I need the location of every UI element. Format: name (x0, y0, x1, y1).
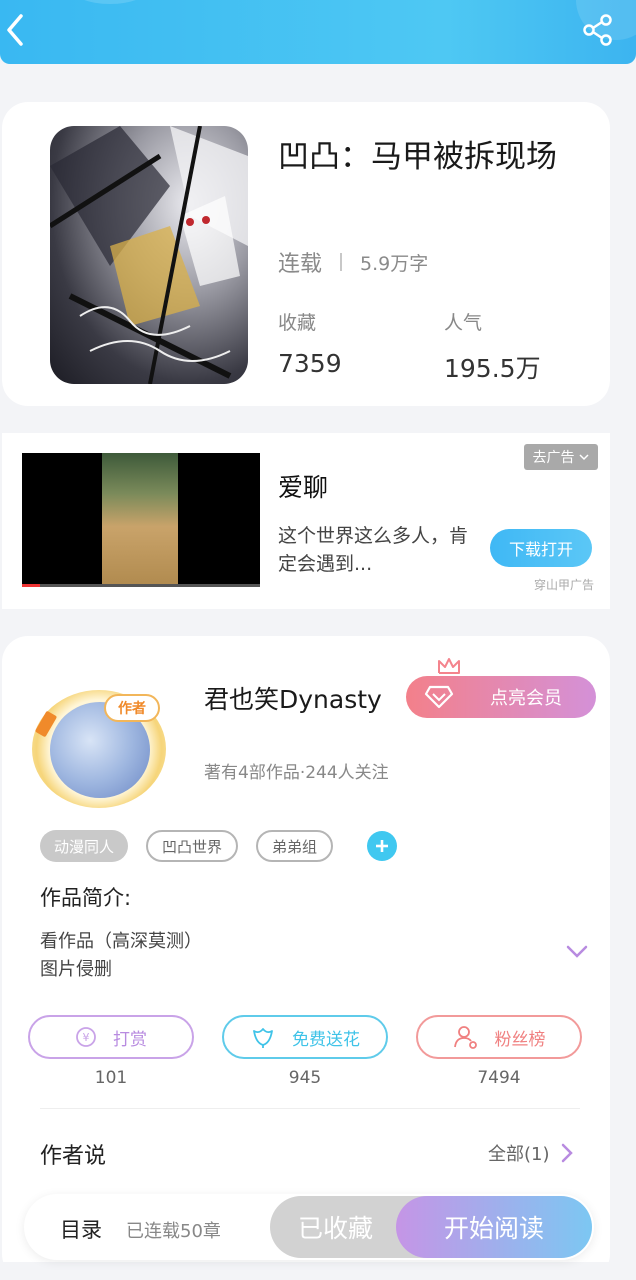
flower-count: 945 (288, 1068, 322, 1088)
serial-status: 连载 (278, 252, 323, 277)
tag-list: 动漫同人 凹凸世界 弟弟组 (40, 830, 398, 862)
header-decoration (70, 0, 150, 4)
fan-count: 7494 (477, 1068, 521, 1088)
author-meta: 著有4部作品·244人关注 (204, 763, 389, 783)
add-tag-button[interactable] (367, 831, 398, 861)
stat-value: 195.5万 (444, 354, 541, 383)
video-progress (22, 584, 260, 587)
send-flower-button[interactable]: 免费送花 (222, 1015, 388, 1059)
author-badge: 作者 (104, 694, 160, 722)
reward-button[interactable]: ¥ 打赏 (28, 1015, 194, 1059)
tag[interactable]: 动漫同人 (40, 830, 129, 862)
vip-label: 点亮会员 (490, 688, 562, 709)
share-button[interactable] (578, 10, 618, 50)
ad-description: 这个世界这么多人，肯定会遇到... (278, 525, 469, 575)
user-icon (453, 1025, 479, 1049)
top-bar (0, 0, 636, 64)
book-cover[interactable] (50, 126, 248, 384)
vip-membership-button[interactable]: 点亮会员 (406, 676, 596, 718)
intro-line: 看作品（高深莫测） (40, 931, 202, 952)
cover-artwork (50, 126, 248, 384)
reward-label: 打赏 (113, 1029, 147, 1050)
download-open-button[interactable]: 下载打开 (490, 529, 592, 567)
remove-ad-button[interactable]: 去广告 (524, 444, 598, 470)
chevron-down-icon (578, 454, 589, 461)
word-count: 5.9万字 (360, 252, 429, 275)
bottom-background (0, 1262, 636, 1280)
stat-label: 人气 (444, 312, 483, 334)
stat-value: 7359 (278, 349, 342, 378)
tag[interactable]: 弟弟组 (256, 830, 334, 862)
flower-icon (250, 1025, 276, 1049)
chevron-left-icon (7, 14, 23, 46)
intro-text: 看作品（高深莫测） 图片侵删 (40, 928, 202, 984)
book-status-row: 连载 5.9万字 (278, 246, 428, 278)
start-reading-button[interactable]: 开始阅读 (396, 1196, 592, 1258)
divider (340, 253, 343, 271)
intro-line: 图片侵删 (40, 959, 112, 980)
chapter-status: 已连载50章 (126, 1221, 221, 1242)
ad-video-frame (102, 453, 178, 587)
fan-rank-button[interactable]: 粉丝榜 (416, 1015, 582, 1059)
diamond-icon (424, 685, 454, 709)
view-all-label: 全部(1) (488, 1144, 550, 1165)
stat-collections: 收藏 7359 (278, 308, 342, 378)
view-all-link[interactable]: 全部(1) (488, 1140, 574, 1166)
remove-ad-label: 去广告 (532, 450, 575, 466)
ad-video[interactable] (22, 453, 260, 587)
svg-text:¥: ¥ (83, 1031, 90, 1044)
share-icon (583, 14, 612, 46)
send-flower-label: 免费送花 (292, 1029, 360, 1050)
book-title: 凹凸：马甲被拆现场 (278, 139, 557, 175)
ad-source: 穿山甲广告 (534, 578, 595, 592)
back-button[interactable] (0, 10, 30, 50)
ad-card[interactable] (2, 433, 610, 609)
stat-label: 收藏 (278, 312, 317, 334)
chevron-right-icon (561, 1143, 573, 1163)
plus-icon (376, 840, 389, 852)
expand-chevron-icon[interactable] (566, 944, 588, 960)
table-of-contents-button[interactable]: 目录 (60, 1214, 102, 1244)
author-name[interactable]: 君也笑Dynasty (204, 680, 382, 716)
ad-app-name: 爱聊 (278, 473, 329, 502)
divider (40, 1108, 580, 1109)
intro-heading: 作品简介: (40, 886, 132, 910)
crown-icon (438, 658, 460, 674)
book-info-card: 凹凸：马甲被拆现场 连载 5.9万字 收藏 7359 人气 195.5万 (2, 102, 610, 406)
stat-popularity: 人气 195.5万 (444, 308, 541, 385)
tag[interactable]: 凹凸世界 (146, 830, 239, 862)
yen-coin-icon: ¥ (75, 1026, 97, 1048)
fan-rank-label: 粉丝榜 (494, 1029, 546, 1050)
author-avatar[interactable]: 作者 (32, 682, 170, 808)
author-says-heading: 作者说 (40, 1144, 107, 1169)
reward-count: 101 (94, 1068, 128, 1088)
